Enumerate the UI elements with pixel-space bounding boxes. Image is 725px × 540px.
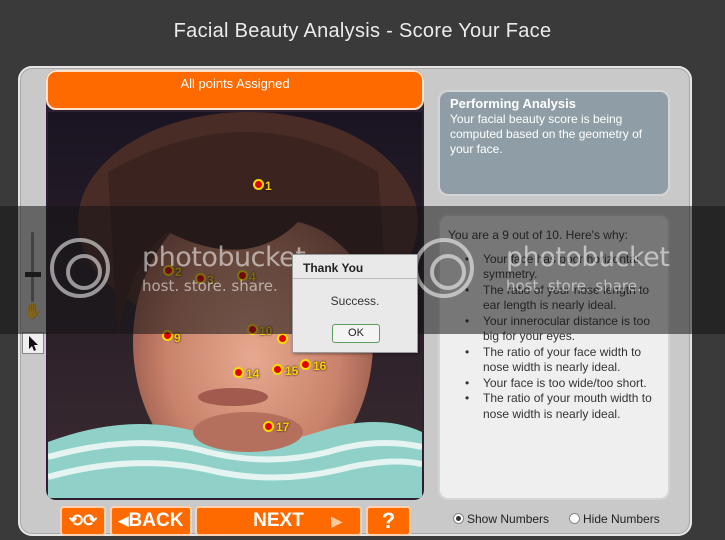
face-point-label: 10 <box>259 324 273 338</box>
result-text: The ratio of your nose length to ear len… <box>483 282 650 313</box>
list-item: • The ratio of your face width to nose wi… <box>465 344 642 375</box>
hide-numbers-radio[interactable] <box>569 513 580 524</box>
zoom-slider-thumb[interactable] <box>25 272 41 277</box>
next-label: NEXT <box>253 510 304 531</box>
face-point-marker[interactable] <box>253 179 264 190</box>
face-point-label: 9 <box>174 331 181 345</box>
help-button[interactable]: ? <box>366 506 411 536</box>
face-point-marker[interactable] <box>247 324 258 335</box>
list-item: • Your face is too wide/too short. <box>465 375 647 390</box>
hand-tool-icon[interactable]: ✋ <box>23 302 43 322</box>
status-banner: All points Assigned <box>46 70 424 110</box>
result-text: The ratio of your mouth width to nose wi… <box>483 391 652 421</box>
hide-numbers-label: Hide Numbers <box>583 512 660 526</box>
reset-button[interactable]: ⟲⟳ <box>60 506 106 536</box>
results-summary: You are a 9 out of 10. Here's why: <box>448 228 628 242</box>
dialog-title: Thank You <box>293 255 417 279</box>
face-point-marker[interactable] <box>162 330 173 341</box>
face-point-marker[interactable] <box>195 273 206 284</box>
show-numbers-label: Show Numbers <box>467 512 550 526</box>
face-point-label: 3 <box>207 273 214 287</box>
show-numbers-radio[interactable] <box>453 513 464 524</box>
face-point-marker[interactable] <box>163 265 174 276</box>
face-point-marker[interactable] <box>237 270 248 281</box>
face-point-label: 1 <box>265 179 272 193</box>
zoom-slider-track[interactable] <box>31 232 34 302</box>
face-point-label: 15 <box>285 364 299 378</box>
results-list: • Your face has poor horizontal symmetry.… <box>448 252 660 423</box>
face-point-label: 16 <box>313 359 327 373</box>
back-button[interactable]: ◀BACK <box>110 506 192 536</box>
face-point-marker[interactable] <box>263 421 274 432</box>
result-text: Your innerocular distance is too big for… <box>483 313 650 344</box>
hide-numbers-option[interactable]: Hide Numbers <box>569 512 660 526</box>
face-point-marker[interactable] <box>277 333 288 344</box>
face-point-label: 4 <box>249 270 256 284</box>
analysis-info-panel: Performing Analysis Your facial beauty s… <box>438 90 670 196</box>
left-toolbar: ✋ <box>20 228 44 368</box>
show-numbers-option[interactable]: Show Numbers <box>453 512 549 526</box>
result-text: Your face has poor horizontal symmetry. <box>483 251 639 282</box>
help-label: ? <box>381 508 396 533</box>
info-text: Your facial beauty score is being comput… <box>450 112 643 156</box>
list-item: • The ratio of your nose length to ear le… <box>465 282 650 313</box>
app-title: Facial Beauty Analysis - Score Your Face <box>173 20 552 42</box>
result-text: Your face is too wide/too short. <box>483 375 647 390</box>
list-item: • Your innerocular distance is too big fo… <box>465 313 650 344</box>
back-arrow-icon: ◀ <box>118 513 129 528</box>
list-item: • The ratio of your mouth width to nose w… <box>465 391 652 421</box>
face-point-label: 17 <box>276 420 290 434</box>
result-text: The ratio of your face width to nose wid… <box>483 344 642 375</box>
back-label: BACK <box>128 510 184 532</box>
face-point-marker[interactable] <box>300 359 311 370</box>
face-point-label: 14 <box>246 367 260 381</box>
face-point-label: 2 <box>175 265 182 279</box>
results-panel: You are a 9 out of 10. Here's why: • Your… <box>438 214 670 500</box>
info-title: Performing Analysis <box>450 96 576 111</box>
list-item: • Your face has poor horizontal symmetry. <box>465 251 639 282</box>
refresh-icon: ⟲⟳ <box>68 511 98 530</box>
thank-you-dialog: Thank You Success. OK <box>292 254 418 353</box>
face-point-marker[interactable] <box>272 364 283 375</box>
ok-button[interactable]: OK <box>332 324 380 343</box>
face-point-marker[interactable] <box>233 367 244 378</box>
pointer-tool-icon[interactable] <box>22 332 44 354</box>
next-arrow-icon: ▶ <box>331 513 342 529</box>
dialog-message: Success. <box>330 294 380 308</box>
next-button[interactable]: NEXT ▶ <box>195 506 362 536</box>
